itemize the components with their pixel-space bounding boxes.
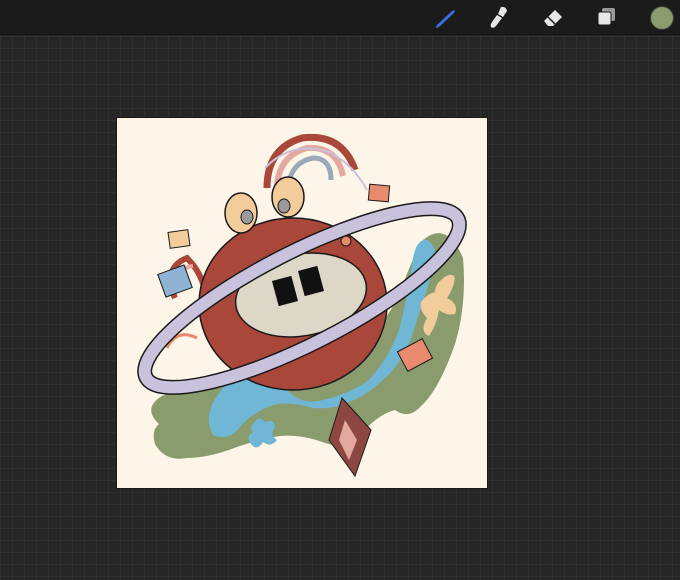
top-toolbar	[0, 0, 680, 35]
artwork	[117, 118, 487, 488]
smudge-icon	[490, 6, 507, 28]
drawing-canvas[interactable]	[117, 118, 487, 488]
peach-square	[167, 229, 191, 249]
brush-icon	[436, 10, 455, 28]
layers-icon	[597, 8, 615, 26]
brush-tool-button[interactable]	[432, 3, 460, 31]
smudge-tool-button[interactable]	[485, 3, 513, 31]
eraser-tool-button[interactable]	[539, 3, 567, 31]
eraser-icon	[544, 10, 562, 26]
layers-tool-button[interactable]	[593, 3, 621, 31]
color-picker-button[interactable]	[650, 6, 674, 30]
salmon-square-top	[367, 183, 391, 203]
